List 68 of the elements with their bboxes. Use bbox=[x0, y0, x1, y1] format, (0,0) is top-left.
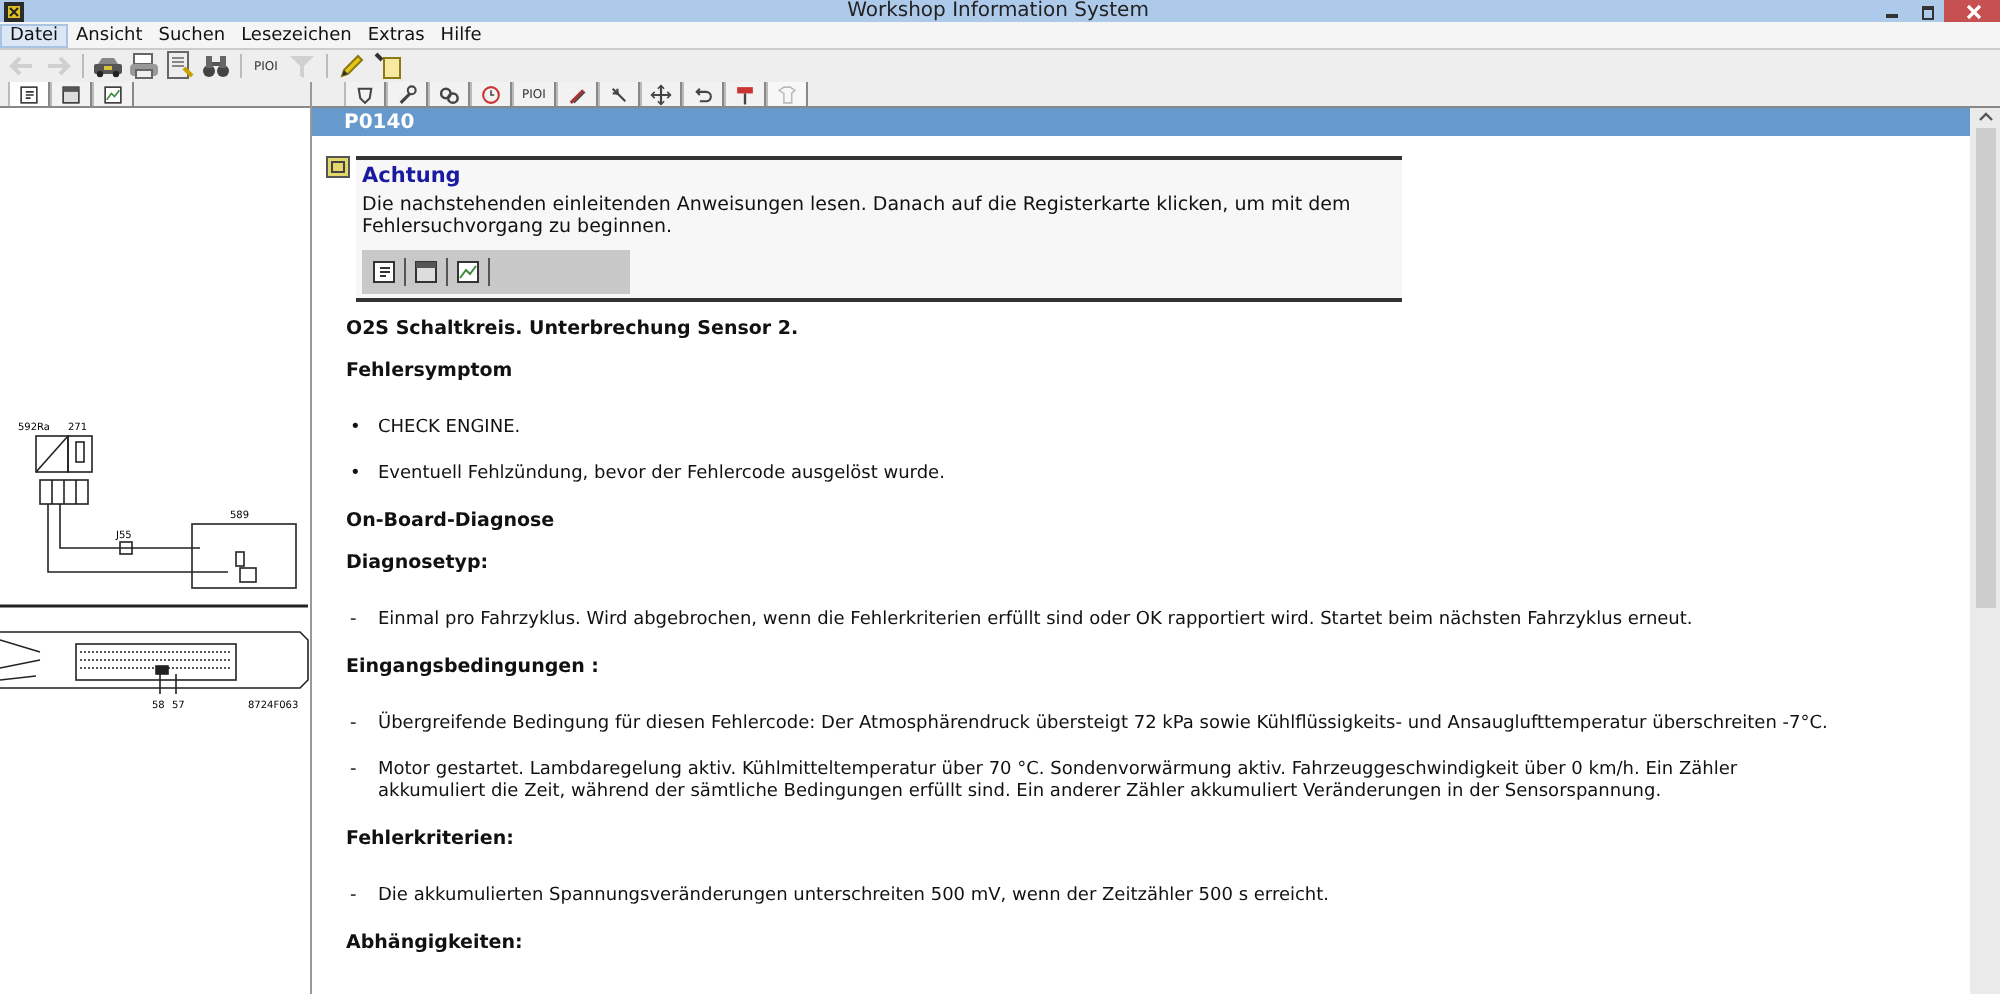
scrollbar-thumb[interactable] bbox=[1975, 128, 1995, 608]
tab[interactable] bbox=[92, 82, 134, 106]
section-title: O2S Schaltkreis. Unterbrechung Sensor 2. bbox=[346, 318, 801, 342]
list-item-text: CHECK ENGINE. bbox=[378, 418, 523, 440]
pencil-icon[interactable] bbox=[335, 50, 368, 82]
window-icon bbox=[412, 258, 440, 286]
section-heading: Fehlersymptom bbox=[346, 360, 515, 384]
list-marker: - bbox=[348, 610, 359, 632]
fault-code: P0140 bbox=[344, 111, 415, 133]
scroll-up-icon[interactable] bbox=[1975, 108, 1995, 124]
window-title: Workshop Information System bbox=[845, 0, 1151, 22]
menu-item[interactable]: Hilfe bbox=[432, 23, 490, 47]
return-arrow-icon bbox=[691, 83, 714, 105]
document-icon bbox=[18, 83, 40, 105]
move-arrows-icon bbox=[649, 83, 672, 105]
list-item-text: Eventuell Fehlzündung, bevor der Fehlercode ausgelöst wurde. bbox=[378, 464, 947, 486]
menu-item[interactable]: Extras bbox=[359, 23, 433, 47]
graph-icon bbox=[454, 258, 482, 286]
tab[interactable] bbox=[428, 82, 470, 106]
app-icon bbox=[4, 1, 24, 21]
menu-item[interactable]: Datei bbox=[0, 23, 69, 47]
list-item-text: Motor gestartet. Lambdaregelung aktiv. Kühlmitteltemperatur über 70 °C. Sondenvorwärmung aktiv. Fahrzeuggeschwindigkeit über 0 km/h. Ein Zähler akkumuliert die Zeit, während der sämtliche Bedingungen erfüllt sind. Ein anderer Zähler akkumuliert Veränderungen in der Sensorspannung. bbox=[378, 760, 1740, 804]
flag-icon bbox=[733, 83, 756, 105]
tab[interactable] bbox=[50, 82, 92, 106]
menu-item[interactable]: Lesezeichen bbox=[233, 23, 360, 47]
gears-icon bbox=[438, 83, 460, 105]
tab[interactable] bbox=[639, 82, 682, 106]
tab[interactable] bbox=[470, 82, 512, 106]
list-marker: - bbox=[348, 886, 359, 908]
close-button[interactable] bbox=[1944, 0, 2000, 22]
menu-item[interactable]: Ansicht bbox=[68, 23, 151, 47]
graph-icon bbox=[102, 83, 124, 105]
section-heading: Abhängigkeiten: bbox=[346, 932, 525, 956]
list-item-text: Die akkumulierten Spannungsveränderungen unterschreiten 500 mV, wenn der Zeitzähler 500 s erreicht. bbox=[378, 886, 1332, 908]
tab[interactable] bbox=[681, 82, 724, 106]
document-icon[interactable] bbox=[164, 50, 196, 82]
document-icon bbox=[370, 258, 398, 286]
list-item-text: Einmal pro Fahrzyklus. Wird abgebrochen, wenn die Fehlerkriterien erfüllt sind oder OK rapportiert wird. Startet beim nächsten Fahrzyklus erneut. bbox=[378, 610, 1695, 632]
tab[interactable] bbox=[386, 82, 428, 106]
section-heading: Eingangsbedingungen : bbox=[346, 656, 601, 680]
wrench-icon bbox=[396, 83, 418, 105]
tab[interactable] bbox=[723, 82, 766, 106]
maximize-icon[interactable] bbox=[1918, 1, 1938, 21]
menu-item[interactable]: Suchen bbox=[150, 23, 234, 47]
probe-icon bbox=[565, 83, 588, 105]
scrollbar[interactable] bbox=[1970, 108, 2000, 994]
close-icon[interactable] bbox=[1964, 1, 1984, 21]
tab[interactable] bbox=[597, 82, 640, 106]
notice-icon bbox=[326, 156, 350, 178]
tab[interactable] bbox=[555, 82, 598, 106]
shield-icon bbox=[354, 83, 376, 105]
list-marker: - bbox=[348, 714, 359, 736]
tab[interactable] bbox=[8, 82, 50, 106]
section-heading: Fehlerkriterien: bbox=[346, 828, 516, 852]
section-heading: Diagnosetyp: bbox=[346, 552, 491, 576]
shirt-icon bbox=[775, 83, 798, 105]
section-heading: On-Board-Diagnose bbox=[346, 510, 557, 534]
list-marker: • bbox=[348, 418, 363, 440]
list-marker: • bbox=[348, 464, 363, 486]
list-marker: - bbox=[348, 760, 359, 784]
tab[interactable] bbox=[344, 82, 386, 106]
list-item-text: Übergreifende Bedingung für diesen Fehlercode: Der Atmosphärendruck übersteigt 72 kPa sowie Kühlflüssigkeits- und Ansauglufttemperatur überschreiten -7°C. bbox=[378, 714, 1830, 736]
window-icon bbox=[60, 83, 82, 105]
binoculars-icon[interactable] bbox=[200, 50, 232, 82]
clock-icon bbox=[480, 83, 502, 105]
notice-text: Die nachstehenden einleitenden Anweisungen lesen. Danach auf die Registerkarte klicken, um mit dem Fehlersuchvorgang zu beginnen. bbox=[362, 194, 1353, 238]
notice-title: Achtung bbox=[362, 164, 463, 188]
printer-icon[interactable] bbox=[128, 50, 160, 82]
